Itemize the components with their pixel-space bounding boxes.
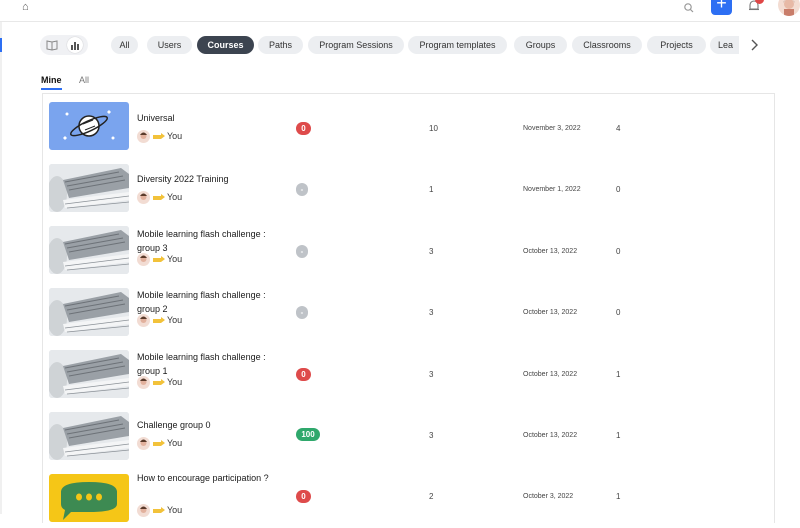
item-count: 1 (429, 185, 434, 194)
list-item[interactable]: Mobile learning flash challenge : group … (43, 342, 776, 404)
course-title[interactable]: Universal (137, 111, 287, 125)
status-badge: 0 (296, 490, 311, 503)
chip-users[interactable]: Users (147, 36, 192, 54)
chip-courses[interactable]: Courses (197, 36, 254, 54)
course-thumbnail (49, 164, 129, 212)
enrollment-count: 1 (616, 370, 621, 379)
created-date: October 13, 2022 (523, 371, 578, 378)
course-thumbnail (49, 226, 129, 274)
enrollment-count: 0 (616, 185, 621, 194)
enrollment-count: 1 (616, 431, 621, 440)
status-badge: - (296, 245, 308, 258)
list-item[interactable]: Challenge group 0 You 100 3 October 13, … (43, 404, 776, 466)
item-count: 10 (429, 124, 438, 133)
created-date: October 13, 2022 (523, 432, 578, 439)
chip-classrooms[interactable]: Classrooms (572, 36, 642, 54)
add-button[interactable]: + (711, 0, 732, 15)
avatar (137, 314, 150, 327)
status-badge: - (296, 183, 308, 196)
course-title[interactable]: Mobile learning flash challenge : group … (137, 227, 287, 255)
created-date: November 3, 2022 (523, 125, 581, 132)
course-thumbnail (49, 412, 129, 460)
item-count: 3 (429, 308, 434, 317)
status-badge: 0 (296, 122, 311, 135)
chip-projects[interactable]: Projects (647, 36, 706, 54)
course-thumbnail (49, 102, 129, 150)
item-count: 3 (429, 370, 434, 379)
chip-all[interactable]: All (111, 36, 138, 54)
left-rail (0, 22, 2, 514)
enrollment-count: 1 (616, 492, 621, 501)
course-title[interactable]: Mobile learning flash challenge : group … (137, 350, 287, 378)
home-icon[interactable]: ⌂ (22, 1, 29, 13)
pointing-hand-icon (153, 194, 165, 200)
list-item[interactable]: Universal You 0 10 November 3, 2022 4 (43, 94, 776, 156)
item-count: 2 (429, 492, 434, 501)
course-list: Universal You 0 10 November 3, 2022 4 Di… (42, 93, 775, 523)
status-badge: 100 (296, 428, 320, 441)
notification-badge (755, 0, 764, 4)
chevron-right-icon[interactable] (748, 38, 760, 52)
course-thumbnail (49, 288, 129, 336)
status-badge: - (296, 306, 308, 319)
bar-chart-icon[interactable] (67, 37, 83, 53)
created-date: October 13, 2022 (523, 309, 578, 316)
created-date: November 1, 2022 (523, 186, 581, 193)
list-item[interactable]: How to encourage participation ? You 0 2… (43, 466, 776, 528)
owner-name: You (167, 438, 183, 448)
course-title[interactable]: Challenge group 0 (137, 418, 287, 432)
course-title[interactable]: How to encourage participation ? (137, 471, 287, 485)
chip-paths[interactable]: Paths (258, 36, 303, 54)
avatar (137, 253, 150, 266)
avatar (137, 376, 150, 389)
owner-name: You (167, 192, 183, 202)
filter-chips: All Users Courses Paths Program Sessions… (111, 36, 739, 54)
pointing-hand-icon (153, 507, 165, 513)
course-title[interactable]: Mobile learning flash challenge : group … (137, 288, 287, 316)
avatar (137, 130, 150, 143)
chip-groups[interactable]: Groups (514, 36, 567, 54)
avatar (137, 504, 150, 517)
owner-name: You (167, 377, 183, 387)
pointing-hand-icon (153, 317, 165, 323)
pointing-hand-icon (153, 256, 165, 262)
owner-name: You (167, 254, 183, 264)
chip-lea[interactable]: Lea (710, 36, 739, 54)
enrollment-count: 0 (616, 247, 621, 256)
book-icon[interactable] (44, 37, 60, 53)
list-item[interactable]: Mobile learning flash challenge : group … (43, 280, 776, 342)
owner-name: You (167, 131, 183, 141)
item-count: 3 (429, 431, 434, 440)
tab-all[interactable]: All (79, 74, 89, 86)
left-rail-indicator (0, 38, 2, 52)
chip-program-sessions[interactable]: Program Sessions (308, 36, 404, 54)
enrollment-count: 4 (616, 124, 621, 133)
chip-program-templates[interactable]: Program templates (408, 36, 507, 54)
avatar (137, 191, 150, 204)
course-thumbnail (49, 350, 129, 398)
status-badge: 0 (296, 368, 311, 381)
created-date: October 3, 2022 (523, 493, 574, 500)
view-toggle (40, 35, 88, 55)
created-date: October 13, 2022 (523, 248, 578, 255)
avatar[interactable] (778, 0, 800, 16)
course-title[interactable]: Diversity 2022 Training (137, 172, 287, 186)
avatar (137, 437, 150, 450)
owner-name: You (167, 315, 183, 325)
pointing-hand-icon (153, 133, 165, 139)
course-thumbnail (49, 474, 129, 522)
item-count: 3 (429, 247, 434, 256)
tab-mine[interactable]: Mine (41, 74, 62, 90)
enrollment-count: 0 (616, 308, 621, 317)
pointing-hand-icon (153, 440, 165, 446)
search-icon[interactable] (683, 2, 695, 14)
owner-name: You (167, 505, 183, 515)
top-bar: ⌂ + (0, 0, 800, 22)
pointing-hand-icon (153, 379, 165, 385)
list-item[interactable]: Mobile learning flash challenge : group … (43, 218, 776, 280)
list-item[interactable]: Diversity 2022 Training You - 1 November… (43, 156, 776, 218)
